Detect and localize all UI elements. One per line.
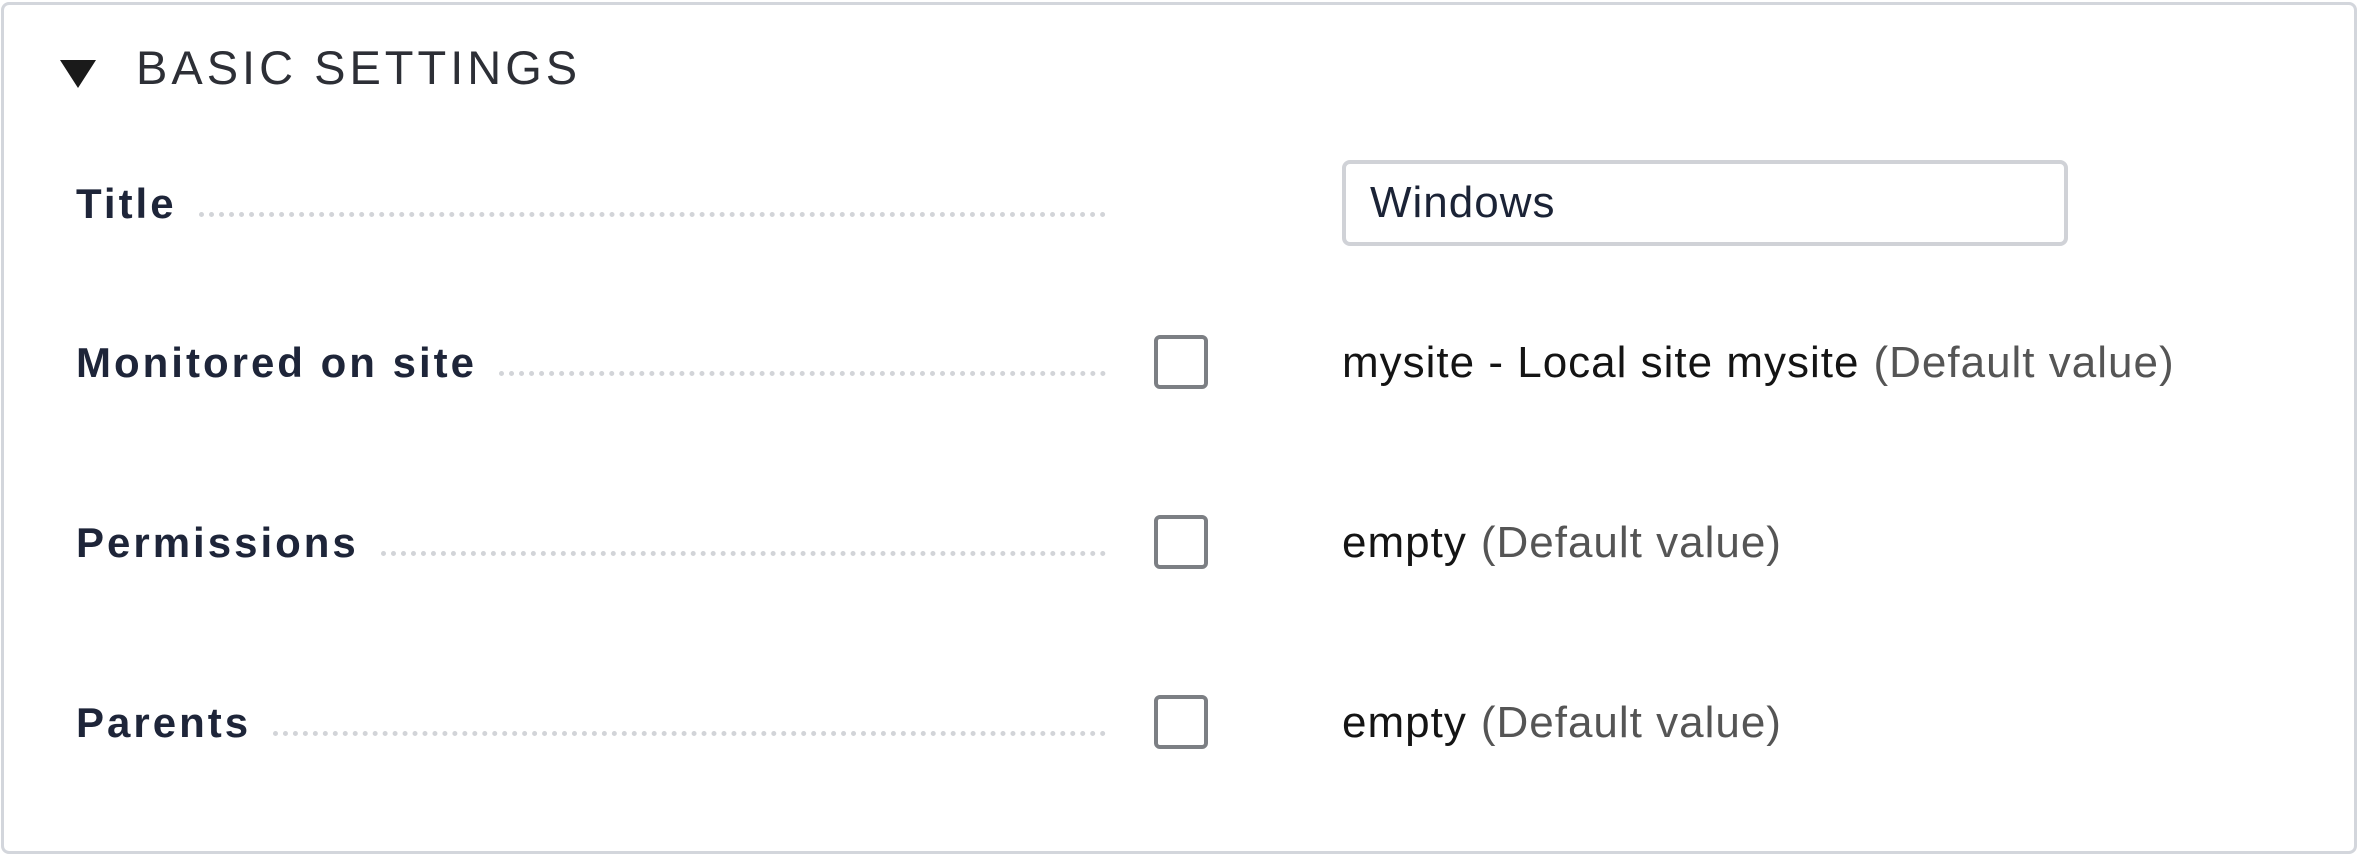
permissions-value: empty (Default value) (1342, 503, 1782, 583)
monitored-on-site-label-container: Monitored on site (76, 323, 1106, 403)
permissions-checkbox[interactable] (1154, 515, 1208, 569)
section-title: BASIC SETTINGS (136, 40, 582, 94)
monitored-on-site-value-text: mysite - Local site mysite (1342, 338, 1860, 387)
parents-row: Parents empty (Default value) (4, 683, 2354, 763)
monitored-on-site-dots-divider (499, 370, 1106, 376)
parents-value: empty (Default value) (1342, 683, 1782, 763)
title-dots-divider (198, 211, 1106, 217)
monitored-on-site-value: mysite - Local site mysite (Default valu… (1342, 323, 2175, 403)
monitored-on-site-row: Monitored on site mysite - Local site my… (4, 323, 2354, 403)
monitored-on-site-checkbox[interactable] (1154, 335, 1208, 389)
parents-label-container: Parents (76, 683, 1106, 763)
parents-label: Parents (76, 699, 252, 746)
basic-settings-panel: BASIC SETTINGS Title Monitored on site m… (1, 2, 2357, 854)
title-row: Title (4, 160, 2354, 246)
permissions-row: Permissions empty (Default value) (4, 503, 2354, 583)
permissions-default-note: (Default value) (1480, 518, 1782, 567)
parents-dots-divider (273, 730, 1106, 736)
permissions-dots-divider (380, 550, 1106, 556)
triangle-down-icon[interactable] (60, 60, 96, 88)
section-toggle[interactable]: BASIC SETTINGS (60, 37, 581, 97)
permissions-value-text: empty (1342, 518, 1467, 567)
parents-default-note: (Default value) (1480, 698, 1782, 747)
parents-value-text: empty (1342, 698, 1467, 747)
monitored-on-site-label: Monitored on site (76, 339, 477, 386)
permissions-label: Permissions (76, 519, 359, 566)
permissions-label-container: Permissions (76, 503, 1106, 583)
monitored-on-site-default-note: (Default value) (1873, 338, 2175, 387)
title-label-container: Title (76, 164, 1106, 244)
title-input[interactable] (1342, 160, 2068, 246)
parents-checkbox[interactable] (1154, 695, 1208, 749)
title-label: Title (76, 180, 177, 227)
